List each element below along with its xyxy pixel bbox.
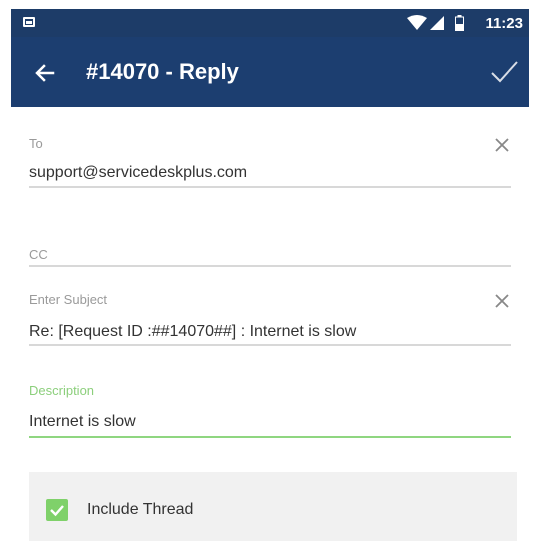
- include-thread-label: Include Thread: [87, 501, 194, 518]
- to-label: To: [29, 136, 43, 151]
- to-underline: [29, 186, 511, 188]
- description-field: Description Internet is slow: [29, 383, 511, 439]
- subject-label: Enter Subject: [29, 292, 108, 307]
- subject-underline: [29, 344, 511, 346]
- battery-icon: [455, 15, 464, 31]
- subject-field: Enter Subject Re: [Request ID :##14070##…: [29, 292, 511, 346]
- description-label: Description: [29, 383, 95, 398]
- to-input[interactable]: support@servicedeskplus.com: [29, 164, 247, 182]
- status-bar: 11:23: [11, 9, 529, 37]
- checkmark-icon: [50, 505, 64, 517]
- arrow-left-icon[interactable]: [33, 61, 57, 85]
- checkmark-icon[interactable]: [489, 57, 519, 87]
- status-time: 11:23: [485, 15, 523, 32]
- include-thread-row[interactable]: Include Thread: [29, 472, 517, 541]
- cc-underline: [29, 265, 511, 267]
- subject-input[interactable]: Re: [Request ID :##14070##] : Internet i…: [29, 323, 356, 341]
- wifi-icon: [407, 15, 427, 30]
- include-thread-checkbox[interactable]: [46, 499, 68, 521]
- to-field: To support@servicedeskplus.com: [29, 136, 511, 188]
- description-underline: [29, 436, 511, 438]
- cc-label: CC: [29, 247, 48, 262]
- notification-image-icon: [23, 17, 35, 27]
- description-input[interactable]: Internet is slow: [29, 413, 136, 431]
- cc-field: CC: [29, 247, 511, 269]
- close-icon[interactable]: [493, 292, 511, 310]
- app-bar: #14070 - Reply: [11, 37, 529, 107]
- page-title: #14070 - Reply: [86, 59, 239, 84]
- cellular-signal-icon: [430, 16, 444, 30]
- close-icon[interactable]: [493, 136, 511, 154]
